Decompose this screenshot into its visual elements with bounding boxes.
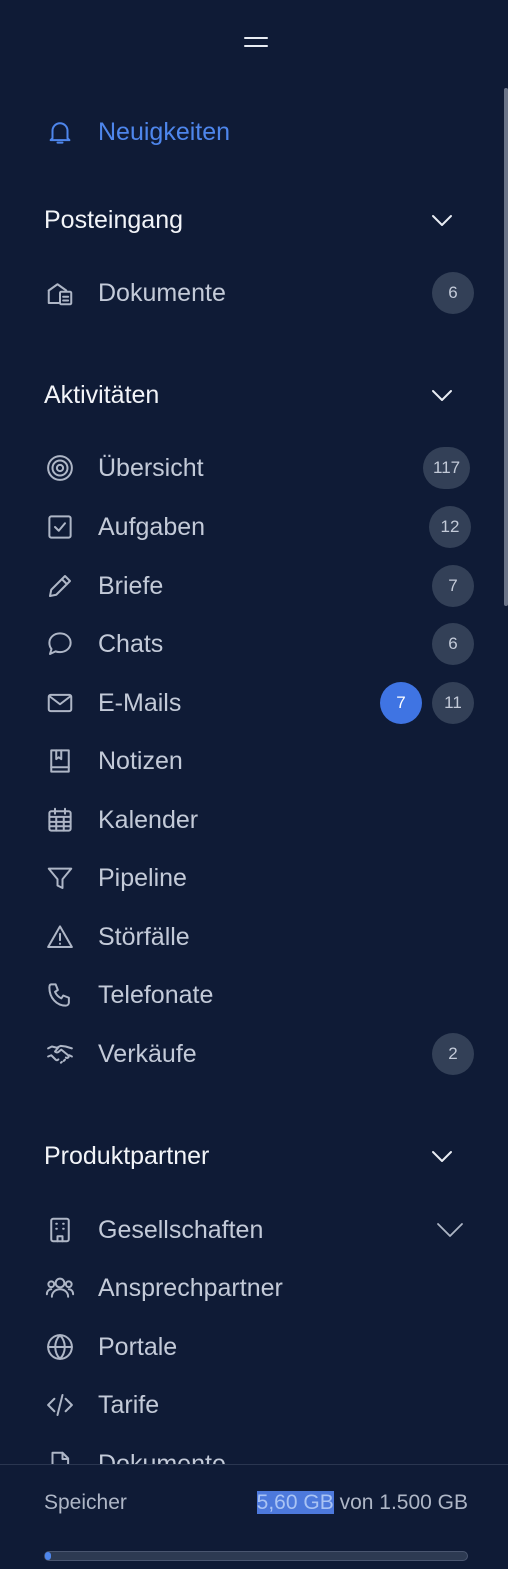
storage-total: 1.500 GB: [379, 1491, 468, 1514]
chevron-down-icon[interactable]: [428, 208, 456, 232]
nav-item-label: Briefe: [98, 572, 164, 600]
chevron-down-icon[interactable]: [434, 1218, 466, 1242]
nav-item-calendar[interactable]: Kalender: [0, 796, 500, 844]
scrollbar[interactable]: [504, 88, 508, 606]
nav-item-label: Portale: [98, 1333, 178, 1361]
nav-item-incidents[interactable]: Störfälle: [0, 913, 500, 961]
nav-item-label: Tarife: [98, 1391, 160, 1419]
nav-item-notes[interactable]: Notizen: [0, 737, 500, 785]
storage-progress-bar: [44, 1551, 468, 1561]
menu-toggle-button[interactable]: [244, 36, 268, 52]
storage-label: Speicher: [44, 1491, 127, 1514]
nav-item-label: Störfälle: [98, 923, 190, 951]
nav-item-label: Verkäufe: [98, 1040, 197, 1068]
count-badge: 117: [423, 447, 471, 489]
target-icon: [44, 452, 76, 484]
nav-item-companies[interactable]: Gesellschaften: [0, 1206, 500, 1254]
nav-item-label: E-Mails: [98, 689, 182, 717]
nav-item-label: Gesellschaften: [98, 1216, 264, 1244]
hamburger-icon: [244, 37, 268, 39]
storage-used: 5,60 GB: [256, 1491, 334, 1514]
nav-item-tariffs[interactable]: Tarife: [0, 1381, 500, 1429]
building-icon: [44, 1214, 76, 1246]
nav-item-calls[interactable]: Telefonate: [0, 971, 500, 1019]
nav-item-overview[interactable]: Übersicht 117: [0, 444, 500, 492]
count-badge: 6: [432, 272, 474, 314]
nav-item-label: Dokumente: [98, 279, 226, 307]
section-inbox[interactable]: Posteingang: [0, 196, 500, 244]
count-badge: 2: [432, 1033, 474, 1075]
count-badge: 7: [432, 565, 474, 607]
calendar-icon: [44, 804, 76, 836]
phone-icon: [44, 979, 76, 1011]
nav-item-inbox-documents[interactable]: Dokumente 6: [0, 269, 500, 317]
pencil-icon: [44, 570, 76, 602]
handshake-icon: [44, 1038, 76, 1070]
nav-item-portals[interactable]: Portale: [0, 1323, 500, 1371]
mail-icon: [44, 687, 76, 719]
section-title: Posteingang: [44, 206, 184, 234]
section-title: Aktivitäten: [44, 381, 160, 409]
nav-item-label: Notizen: [98, 747, 183, 775]
nav-item-letters[interactable]: Briefe 7: [0, 562, 500, 610]
count-badge: 12: [429, 506, 471, 548]
nav-item-emails[interactable]: E-Mails 7 11: [0, 679, 500, 727]
notebook-icon: [44, 745, 76, 777]
nav-item-label: Übersicht: [98, 454, 204, 482]
section-activities[interactable]: Aktivitäten: [0, 371, 500, 419]
nav-item-label: Neuigkeiten: [98, 118, 231, 146]
bell-icon: [44, 116, 76, 148]
storage-progress-fill: [45, 1552, 52, 1560]
chevron-down-icon[interactable]: [428, 1144, 456, 1168]
nav-item-tasks[interactable]: Aufgaben 12: [0, 503, 500, 551]
nav-item-chats[interactable]: Chats 6: [0, 620, 500, 668]
chat-bubble-icon: [44, 628, 76, 660]
nav-item-pipeline[interactable]: Pipeline: [0, 854, 500, 902]
count-badge: 6: [432, 623, 474, 665]
section-title: Produktpartner: [44, 1142, 210, 1170]
nav-item-label: Kalender: [98, 806, 199, 834]
nav-item-label: Telefonate: [98, 981, 214, 1009]
nav-item-contacts[interactable]: Ansprechpartner: [0, 1264, 500, 1312]
nav-item-label: Ansprechpartner: [98, 1274, 283, 1302]
nav-item-news[interactable]: Neuigkeiten: [0, 108, 500, 156]
storage-separator: von: [339, 1491, 374, 1514]
storage-usage: 5,60 GB von 1.500 GB: [256, 1491, 468, 1515]
people-icon: [44, 1272, 76, 1304]
warning-icon: [44, 921, 76, 953]
chevron-down-icon[interactable]: [428, 383, 456, 407]
nav-item-label: Pipeline: [98, 864, 187, 892]
section-product-partners[interactable]: Produktpartner: [0, 1132, 500, 1180]
nav-item-label: Aufgaben: [98, 513, 206, 541]
nav-item-sales[interactable]: Verkäufe 2: [0, 1030, 500, 1078]
globe-icon: [44, 1331, 76, 1363]
new-count-badge: 7: [380, 682, 422, 724]
checkbox-icon: [44, 511, 76, 543]
nav-item-label: Chats: [98, 630, 164, 658]
count-badge: 11: [432, 682, 474, 724]
storage-footer: Speicher 5,60 GB von 1.500 GB: [0, 1464, 508, 1569]
documents-inbox-icon: [44, 277, 76, 309]
filter-icon: [44, 862, 76, 894]
code-icon: [44, 1389, 76, 1421]
